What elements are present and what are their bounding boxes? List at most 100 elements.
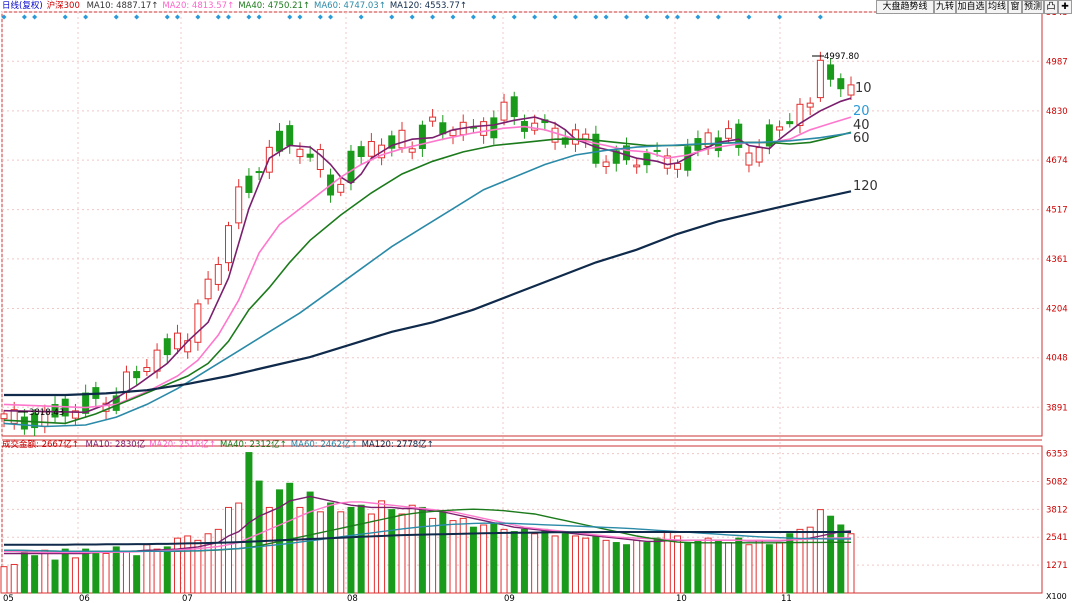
signal-marker-6 <box>134 14 140 20</box>
volume-tick-2: 3812 <box>1046 505 1068 515</box>
volume-bar-71 <box>725 542 733 594</box>
signal-marker-13 <box>256 14 262 20</box>
volume-bar-82 <box>837 524 845 594</box>
volume-bar-26 <box>265 506 273 594</box>
high-label: 4997.80 <box>824 52 859 62</box>
price-legend-item-1: MA20: 4813.57↑ <box>162 1 235 11</box>
candle-body-33 <box>337 183 345 193</box>
signal-marker-8 <box>174 14 180 20</box>
low-label: 3818.43 <box>29 408 64 418</box>
volume-bar-10 <box>102 553 110 594</box>
volume-tick-0: 6353 <box>1046 450 1068 460</box>
volume-bar-21 <box>214 528 222 594</box>
volume-legend-item-2: MA40: 2312亿↑ <box>220 440 287 450</box>
candle-body-74 <box>755 147 763 163</box>
ma-end-label-4: 120 <box>853 179 878 194</box>
volume-bar-51 <box>520 528 528 594</box>
volume-bar-52 <box>531 533 539 594</box>
volume-legend-item-3: MA60: 2462亿↑ <box>290 440 358 450</box>
price-ma20-line <box>3 116 852 409</box>
volume-bar-33 <box>337 511 345 594</box>
signal-marker-37 <box>746 14 752 20</box>
toolbar-button-0[interactable]: 大盘趋势线 <box>876 0 934 14</box>
candle-body-58 <box>592 133 600 164</box>
candle-body-14 <box>143 367 151 372</box>
candle-body-47 <box>480 121 488 136</box>
toolbar-button-3[interactable]: 均线 <box>986 0 1008 14</box>
signal-marker-27 <box>552 14 558 20</box>
volume-bar-62 <box>633 539 641 594</box>
signal-marker-33 <box>664 14 670 20</box>
volume-bar-59 <box>602 539 610 594</box>
price-tick-6: 4204 <box>1046 304 1068 314</box>
signal-marker-22 <box>450 14 456 20</box>
toolbar-button-1[interactable]: 九转 <box>934 0 956 14</box>
signal-marker-34 <box>675 14 681 20</box>
toolbar-button-7[interactable]: ✚ <box>1058 0 1072 14</box>
volume-bar-58 <box>592 535 600 594</box>
volume-bar-29 <box>296 506 304 594</box>
price-legend-item-3: MA60: 4747.03↑ <box>314 1 386 11</box>
volume-bar-47 <box>480 524 488 594</box>
candle-body-79 <box>806 102 814 108</box>
toolbar-button-4[interactable]: 窗 <box>1008 0 1022 14</box>
price-tick-7: 4048 <box>1046 354 1068 364</box>
price-ma10-line <box>3 97 852 414</box>
volume-bar-60 <box>612 542 620 594</box>
candle-body-71 <box>725 128 733 139</box>
volume-bar-32 <box>327 502 335 594</box>
volume-bar-4 <box>41 549 49 594</box>
volume-bar-72 <box>735 537 743 594</box>
volume-bar-41 <box>418 506 426 594</box>
candle-body-39 <box>398 129 406 149</box>
candle-body-80 <box>816 59 824 99</box>
volume-bar-0 <box>0 566 8 594</box>
signal-marker-23 <box>470 14 476 20</box>
price-tick-5: 4361 <box>1046 255 1068 265</box>
volume-bar-11 <box>112 546 120 594</box>
candle-body-22 <box>225 225 233 264</box>
volume-bar-2 <box>20 550 28 594</box>
price-ma60-line <box>3 132 852 428</box>
candle-body-28 <box>286 125 294 146</box>
signal-marker-17 <box>328 14 334 20</box>
signal-marker-19 <box>389 14 395 20</box>
volume-bar-3 <box>31 555 39 594</box>
volume-tick-4: 1271 <box>1046 561 1068 571</box>
volume-bar-64 <box>653 537 661 594</box>
volume-bar-38 <box>388 509 396 594</box>
volume-legend-item-1: MA20: 2516亿↑ <box>149 440 216 450</box>
candle-body-23 <box>235 186 243 224</box>
signal-marker-29 <box>593 14 599 20</box>
signal-marker-32 <box>644 14 650 20</box>
x-tick-4: 09 <box>504 594 515 603</box>
candle-body-36 <box>367 141 375 157</box>
volume-bar-81 <box>827 515 835 594</box>
candle-body-66 <box>674 162 682 170</box>
volume-bar-12 <box>122 550 130 594</box>
volume-tick-1: 5082 <box>1046 477 1068 487</box>
volume-bar-69 <box>704 537 712 594</box>
x-tick-1: 06 <box>79 594 90 603</box>
candle-body-24 <box>245 175 253 193</box>
volume-bar-31 <box>316 511 324 594</box>
x-tick-3: 08 <box>347 594 358 603</box>
candle-body-59 <box>602 161 610 168</box>
volume-legend-item-4: MA120: 2778亿↑ <box>361 440 434 450</box>
signal-marker-28 <box>572 14 578 20</box>
volume-bar-46 <box>469 526 477 594</box>
toolbar-button-6[interactable]: 凸 <box>1044 0 1058 14</box>
price-tick-3: 4674 <box>1046 156 1068 166</box>
price-legend-item-2: MA40: 4750.21↑ <box>238 1 311 11</box>
volume-legend-item-0: MA10: 2830亿 <box>85 440 146 450</box>
volume-bar-70 <box>714 539 722 594</box>
signal-marker-35 <box>695 14 701 20</box>
price-tick-4: 4517 <box>1046 206 1068 216</box>
ma-end-label-0: 10 <box>855 81 872 96</box>
toolbar-button-2[interactable]: 加自选 <box>956 0 986 14</box>
chart-canvas: 5143498748304674451743614204404838916353… <box>0 8 1068 603</box>
volume-bar-50 <box>510 531 518 594</box>
volume-tick-3: 2541 <box>1046 533 1068 543</box>
toolbar-button-5[interactable]: 预测 <box>1022 0 1044 14</box>
candle-body-40 <box>408 148 416 153</box>
